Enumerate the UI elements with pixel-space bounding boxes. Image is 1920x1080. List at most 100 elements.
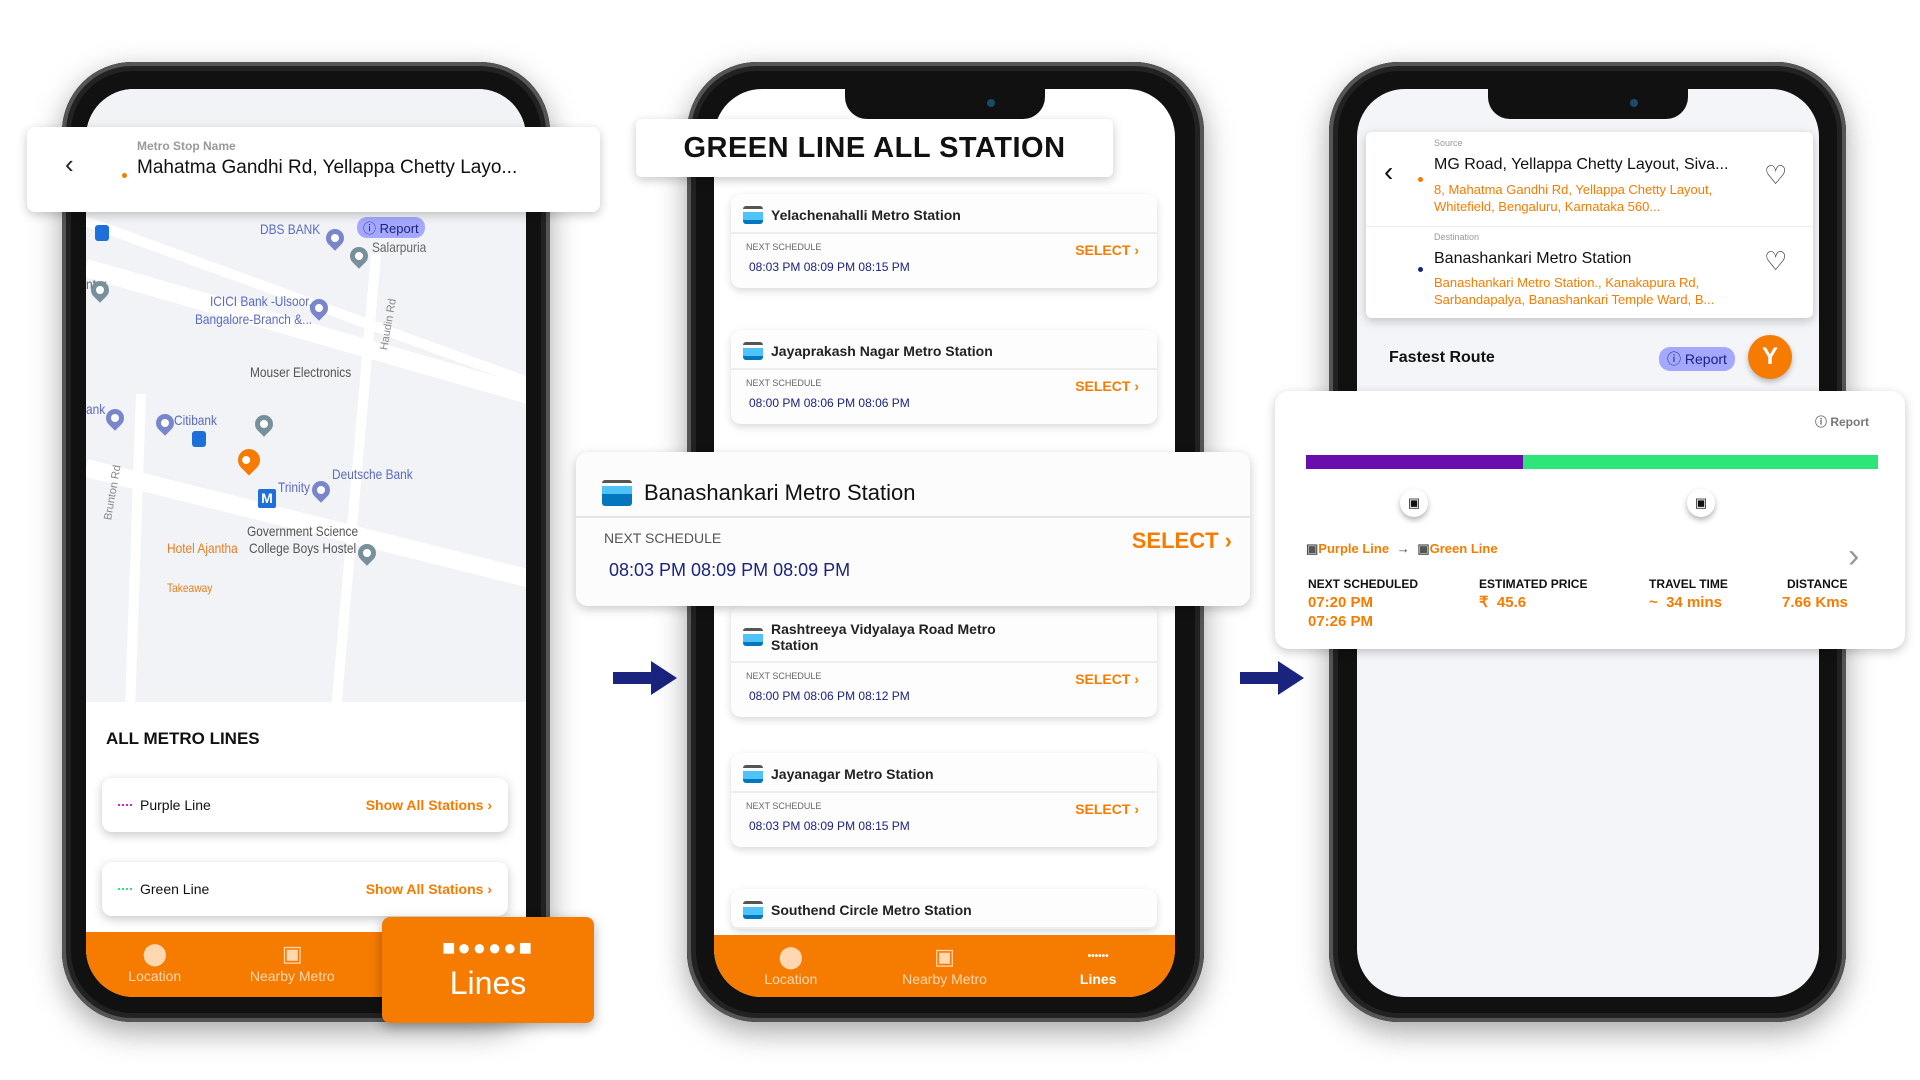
select-button[interactable]: SELECT › [1075, 242, 1139, 258]
flow-arrow-icon [613, 661, 677, 695]
report-button[interactable]: ⓘ Report [1659, 347, 1735, 371]
select-button[interactable]: SELECT › [1075, 801, 1139, 817]
schedule-label: NEXT SCHEDULE [604, 530, 722, 546]
show-all-stations-link[interactable]: Show All Stations › [366, 881, 492, 897]
chevron-right-icon: › [1134, 801, 1139, 817]
chevron-right-icon[interactable]: › [1848, 537, 1859, 576]
next-scheduled-2: 07:26 PM [1308, 613, 1374, 630]
nav-nearby-metro[interactable]: ▣ Nearby Metro [224, 932, 362, 997]
destination-dot-icon [1418, 267, 1423, 272]
back-icon[interactable]: ‹ [65, 149, 74, 180]
fastest-route-title: Fastest Route [1389, 349, 1495, 366]
schedule-times: 08:00 PM 08:06 PM 08:06 PM [749, 396, 910, 410]
select-label: SELECT [1131, 528, 1219, 553]
map-label-gov-science: Government Science [247, 523, 359, 539]
station-card[interactable]: Southend Circle Metro Station [731, 889, 1157, 929]
nav-location[interactable]: ⬤ Location [714, 935, 868, 997]
distance-value: 7.66 Kms [1782, 594, 1848, 611]
travel-time-label: TRAVEL TIME [1649, 577, 1728, 591]
route-card[interactable]: ⓘ Report ▣ ▣ ▣Purple Line → ▣Green Line … [1275, 391, 1905, 649]
metro-train-icon [743, 628, 763, 646]
metro-train-icon [743, 901, 763, 919]
station-name: Banashankari Metro Station [644, 480, 916, 505]
report-label: Report [1830, 415, 1869, 429]
select-button[interactable]: SELECT › [1132, 528, 1232, 554]
select-label: SELECT [1075, 378, 1131, 394]
map-road [118, 393, 146, 702]
select-button[interactable]: SELECT › [1075, 378, 1139, 394]
bank-pin-icon [308, 477, 334, 503]
bus-stop-icon [192, 431, 206, 447]
destination-title[interactable]: Banashankari Metro Station [1434, 250, 1631, 268]
highlighted-station-card[interactable]: Banashankari Metro Station NEXT SCHEDULE… [576, 452, 1250, 606]
favorite-destination-icon[interactable]: ♡ [1764, 246, 1787, 277]
schedule-times: 08:03 PM 08:09 PM 08:15 PM [749, 260, 910, 274]
to-line: Green Line [1429, 541, 1498, 556]
metro-stop-label: Metro Stop Name [137, 139, 236, 153]
nav-location[interactable]: ⬤ Location [86, 932, 224, 997]
next-scheduled-1: 07:20 PM [1308, 594, 1374, 611]
map-label-dbs: DBS BANK [260, 221, 321, 237]
nav-lines[interactable]: •••••• Lines [1021, 935, 1175, 997]
nav-label: Nearby Metro [249, 968, 335, 984]
bus-stop-icon [95, 225, 109, 241]
source-address: 8, Mahatma Gandhi Rd, Yellappa Chetty La… [1434, 182, 1713, 214]
schedule-times: 08:03 PM 08:09 PM 08:15 PM [749, 819, 910, 833]
line-card-purple[interactable]: Purple Line Show All Stations › [102, 778, 508, 832]
distance-label: DISTANCE [1787, 577, 1848, 591]
metro-station-icon[interactable]: M [258, 489, 276, 508]
lines-dots-icon: ■●●●●■ [442, 935, 534, 960]
favorite-source-icon[interactable]: ♡ [1764, 160, 1787, 191]
chevron-right-icon: › [1224, 528, 1232, 553]
source-destination-card: ‹ Source MG Road, Yellappa Chetty Layout… [1366, 132, 1813, 318]
chevron-right-icon: › [1134, 671, 1139, 687]
show-all-stations-link[interactable]: Show All Stations › [366, 797, 492, 813]
source-label: Source [1434, 138, 1463, 148]
map-report-badge[interactable]: ⓘ Report [357, 217, 425, 238]
metro-train-icon [743, 765, 763, 783]
from-line: Purple Line [1318, 541, 1390, 556]
source-title[interactable]: MG Road, Yellappa Chetty Layout, Siva... [1434, 156, 1728, 174]
map-label-mouser: Mouser Electronics [250, 364, 352, 380]
info-icon: ⓘ [363, 221, 380, 236]
train-icon: ▣ [1417, 541, 1430, 556]
metro-stop-name[interactable]: Mahatma Gandhi Rd, Yellappa Chetty Layo.… [137, 157, 517, 179]
metro-train-icon [602, 480, 632, 506]
train-icon: ▣ [1306, 541, 1319, 556]
travel-time-value: ~ 34 mins [1649, 594, 1722, 611]
location-pin-icon: ⬤ [142, 941, 168, 966]
bank-pin-icon [102, 405, 128, 431]
nav-nearby-metro[interactable]: ▣ Nearby Metro [868, 935, 1022, 997]
route-report-button[interactable]: ⓘ Report [1815, 413, 1869, 430]
station-name: Jayanagar Metro Station [771, 766, 934, 782]
station-card[interactable]: Jayanagar Metro Station NEXT SCHEDULE 08:… [731, 753, 1157, 847]
station-card[interactable]: Yelachenahalli Metro Station NEXT SCHEDU… [731, 194, 1157, 288]
destination-address: Banashankari Metro Station., Kanakapura … [1434, 275, 1715, 307]
station-card[interactable]: Jayaprakash Nagar Metro Station NEXT SCH… [731, 330, 1157, 424]
filter-icon[interactable]: Y [1748, 335, 1792, 379]
lines-callout[interactable]: ■●●●●■ Lines [382, 917, 594, 1023]
map-road [86, 259, 526, 432]
phone-screen-1: DBS BANK ⓘ Report Salarpuria nter ICICI … [86, 89, 526, 997]
station-card[interactable]: Rashtreeya Vidyalaya Road Metro Station … [731, 605, 1157, 717]
place-pin-icon [251, 411, 277, 437]
report-label: Report [1684, 351, 1727, 367]
place-pin-icon [346, 243, 372, 269]
back-icon[interactable]: ‹ [1384, 156, 1393, 188]
map-label-citibank: Citibank [174, 412, 218, 428]
metro-train-icon [743, 342, 763, 360]
chevron-right-icon: › [487, 881, 492, 897]
info-icon: ⓘ [1814, 415, 1831, 429]
price-value: ₹ 45.6 [1479, 594, 1527, 611]
schedule-times: 08:00 PM 08:06 PM 08:12 PM [749, 689, 910, 703]
current-location-pin-icon[interactable] [233, 444, 265, 476]
nav-label: Nearby Metro [902, 971, 987, 987]
chevron-right-icon: › [487, 797, 492, 813]
select-button[interactable]: SELECT › [1075, 671, 1139, 687]
line-card-green[interactable]: Green Line Show All Stations › [102, 862, 508, 916]
destination-label: Destination [1434, 232, 1480, 242]
page-title: GREEN LINE ALL STATION [636, 119, 1113, 177]
train-icon: ▣ [1687, 489, 1715, 517]
line-name: Green Line [140, 881, 210, 897]
map-label-salarpuria: Salarpuria [372, 239, 427, 255]
